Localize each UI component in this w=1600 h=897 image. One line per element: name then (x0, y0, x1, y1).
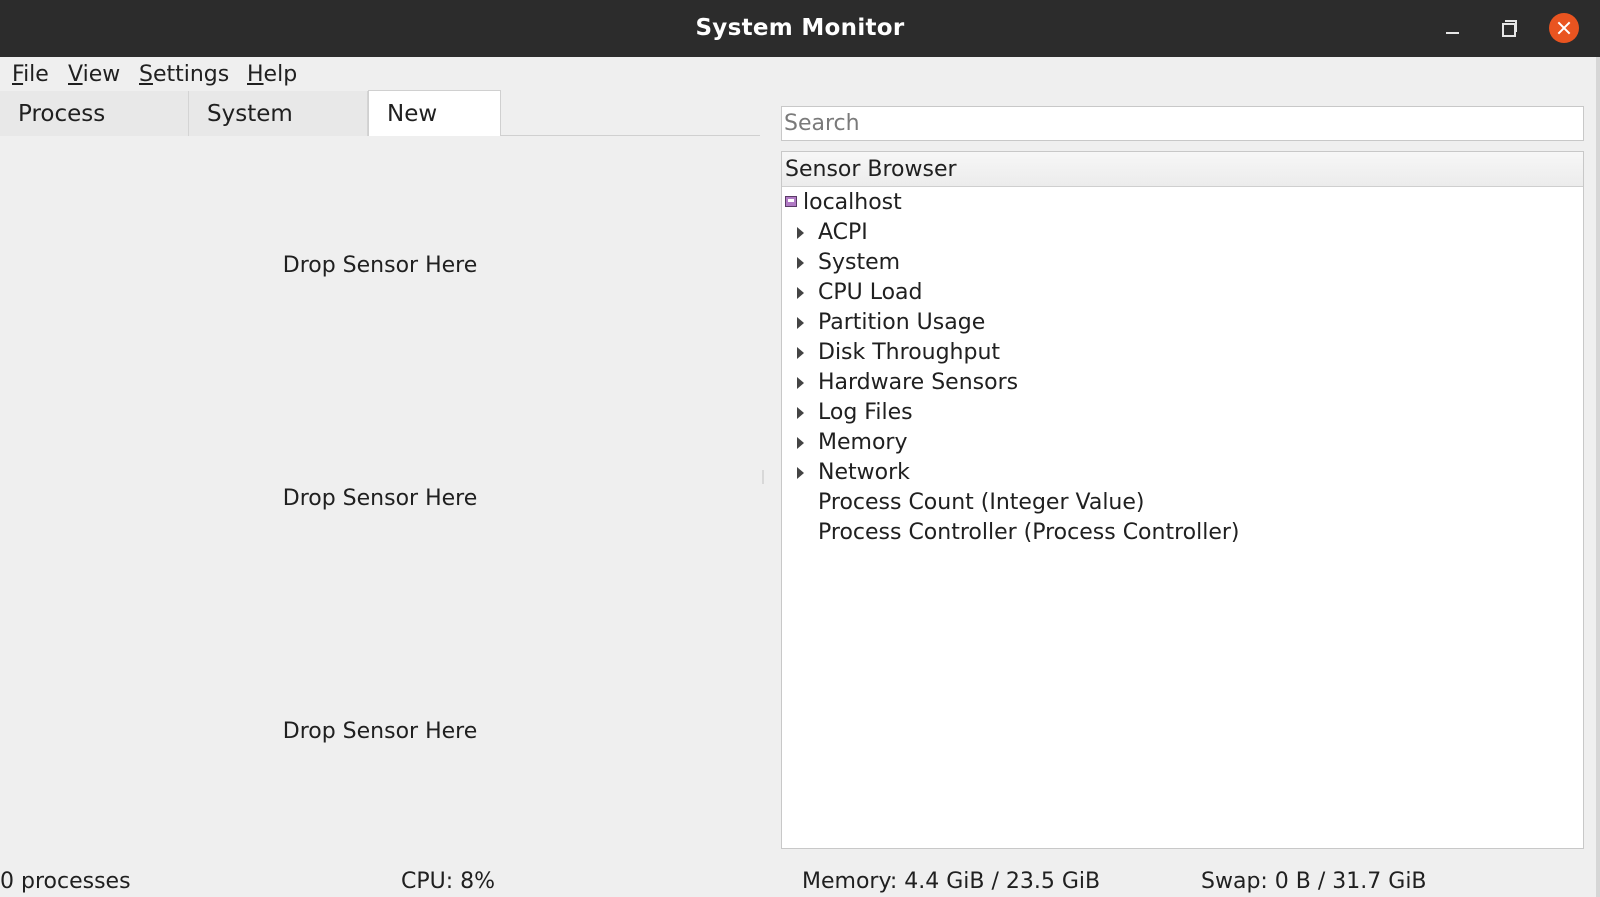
worksheet-pane: Drop Sensor Here Drop Sensor Here Drop S… (0, 136, 760, 851)
restore-icon[interactable] (1493, 13, 1523, 43)
tree-root-label: localhost (803, 190, 902, 215)
menu-settings-mnemonic: S (139, 62, 153, 87)
minimize-icon[interactable] (1437, 13, 1467, 43)
menu-help-mnemonic: H (247, 62, 264, 87)
expand-arrow-icon[interactable] (797, 257, 804, 269)
expand-arrow-icon[interactable] (797, 407, 804, 419)
tab-system-load[interactable]: System Load (189, 91, 368, 173)
tab-bar: Process Table System Load New Tab (0, 90, 760, 173)
menu-settings-label: ettings (152, 62, 230, 87)
sensor-browser-header: Sensor Browser (782, 152, 1583, 187)
status-swap: Swap: 0 B / 31.7 GiB (1201, 869, 1427, 894)
tree-item-label: Hardware Sensors (818, 370, 1019, 395)
tree-item-label: Network (818, 460, 910, 485)
menu-help[interactable]: Help (247, 61, 297, 89)
drop-sensor-slot[interactable]: Drop Sensor Here (0, 253, 760, 278)
expand-arrow-icon[interactable] (797, 317, 804, 329)
status-processes: 0 processes (0, 869, 131, 894)
menu-view[interactable]: View (68, 61, 120, 89)
tree-root-localhost[interactable]: localhost (785, 188, 902, 218)
expand-arrow-icon[interactable] (797, 287, 804, 299)
window-title: System Monitor (695, 15, 905, 41)
expand-arrow-icon[interactable] (797, 437, 804, 449)
tree-item-label: Partition Usage (818, 310, 986, 335)
tab-new-tab[interactable]: New Tab (368, 90, 501, 173)
sensor-browser: Sensor Browser localhost ACPI System CPU… (781, 151, 1584, 849)
splitter-handle[interactable] (762, 470, 764, 484)
computer-icon (785, 195, 797, 207)
tab-process-table[interactable]: Process Table (0, 91, 189, 173)
window-edge (1596, 57, 1600, 897)
menu-help-label: elp (263, 62, 298, 87)
status-bar: 0 processes CPU: 8% Memory: 4.4 GiB / 23… (0, 866, 1600, 897)
tree-item-label: Process Controller (Process Controller) (818, 520, 1240, 545)
menu-file-label: ile (23, 62, 49, 87)
expand-arrow-icon[interactable] (797, 347, 804, 359)
tree-item-label: ACPI (818, 220, 868, 245)
tree-item-label: Memory (818, 430, 908, 455)
tree-item-label: Disk Throughput (818, 340, 1001, 365)
title-bar: System Monitor (0, 0, 1600, 57)
expand-arrow-icon[interactable] (797, 467, 804, 479)
menu-file-mnemonic: F (12, 62, 24, 87)
menu-view-mnemonic: V (68, 62, 83, 87)
drop-sensor-slot[interactable]: Drop Sensor Here (0, 719, 760, 744)
tree-item-label: System (818, 250, 901, 275)
expand-arrow-icon[interactable] (797, 377, 804, 389)
tree-item-label: CPU Load (818, 280, 923, 305)
status-cpu: CPU: 8% (401, 869, 496, 894)
system-monitor-window: System Monitor File View Settings Help P… (0, 0, 1600, 897)
close-icon[interactable] (1549, 13, 1579, 43)
drop-sensor-slot[interactable]: Drop Sensor Here (0, 486, 760, 511)
expand-arrow-icon[interactable] (797, 227, 804, 239)
tree-item-label: Log Files (818, 400, 913, 425)
search-input[interactable] (781, 106, 1584, 141)
menu-view-label: iew (82, 62, 121, 87)
menu-bar: File View Settings Help (0, 57, 1600, 91)
tree-item-label: Process Count (Integer Value) (818, 490, 1145, 515)
menu-file[interactable]: File (12, 61, 49, 89)
menu-settings[interactable]: Settings (139, 61, 229, 89)
status-memory: Memory: 4.4 GiB / 23.5 GiB (802, 869, 1101, 894)
